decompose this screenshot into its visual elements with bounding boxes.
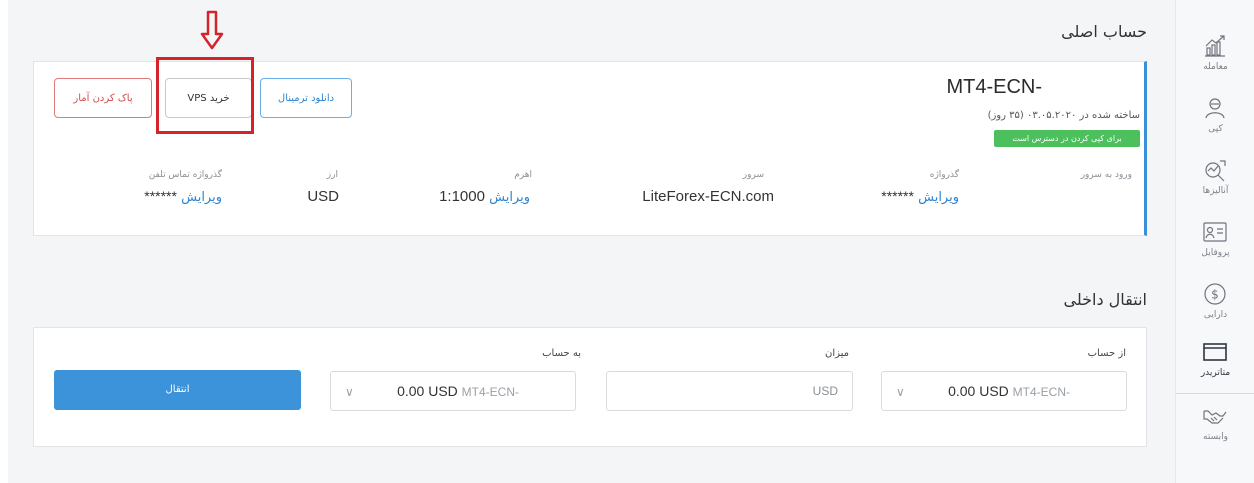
from-account-label: از حساب [1087,348,1126,359]
amount-label: میزان [824,348,849,359]
copy-available-badge: برای کپی کردن در دسترس است [994,130,1140,147]
to-account-id: MT4-ECN- [461,385,519,399]
down-arrow-annotation-icon [200,10,224,50]
to-account-select[interactable]: ∨ 0.00 USD MT4-ECN- [330,371,576,411]
svg-text:$: $ [1211,288,1219,302]
password-field: ویرایش ****** [881,188,959,205]
metatrader-window-icon [1203,343,1227,361]
sidebar-item-affiliate[interactable]: وابسته [1176,396,1254,458]
to-account-label: به حساب [542,348,581,359]
sidebar-item-label: پروفایل [1201,248,1230,258]
phone-password-label: گذرواژه تماس تلفن [148,170,222,180]
sidebar-item-label: متاتریدر [1200,368,1231,378]
phone-password-edit-link[interactable]: ویرایش [181,190,222,205]
transfer-button[interactable]: انتقال [54,370,301,410]
sidebar-item-analytics[interactable]: آنالیزها [1176,150,1254,212]
main-content: حساب اصلی MT4-ECN- ساخته شده در ۰۳.۰۵.۲۰… [0,0,1175,483]
dollar-coin-icon: $ [1204,283,1226,305]
password-value: ****** [881,188,914,204]
chevron-down-icon: ∨ [896,385,905,399]
sidebar-item-copy[interactable]: کپی [1176,88,1254,150]
sidebar-item-assets[interactable]: $ دارایی [1176,274,1254,336]
login-label: ورود به سرور [1080,170,1132,180]
clear-stats-button[interactable]: پاک کردن آمار [54,78,152,118]
account-name: MT4-ECN- [946,76,1042,98]
amount-input[interactable]: USD [606,371,853,411]
phone-password-value: ****** [144,188,177,204]
from-account-value: 0.00 USD MT4-ECN- [948,383,1070,399]
main-account-heading: حساب اصلی [1061,22,1147,41]
analytics-icon [1205,160,1226,182]
leverage-edit-link[interactable]: ویرایش [489,190,530,205]
sidebar-item-label: وابسته [1203,432,1228,442]
profile-card-icon [1203,222,1227,242]
sidebar-item-label: آنالیزها [1202,186,1229,196]
sidebar-nav: معامله کپی آنالیزها پروفایل $ دارایی متا… [1175,0,1254,483]
currency-label: ارز [326,170,338,180]
leverage-label: اهرم [514,170,532,180]
from-balance: 0.00 USD [948,383,1009,399]
from-account-select[interactable]: ∨ 0.00 USD MT4-ECN- [881,371,1127,411]
trading-chart-icon [1205,35,1225,57]
download-terminal-button[interactable]: دانلود ترمینال [260,78,352,118]
amount-unit: USD [812,384,838,398]
leverage-value: 1:1000 [439,188,485,205]
vps-highlight-annotation [156,57,254,134]
to-account-value: 0.00 USD MT4-ECN- [397,383,519,399]
currency-value: USD [307,188,339,205]
account-created-date: ساخته شده در ۰۳.۰۵.۲۰۲۰ (۳۵ روز) [987,110,1140,121]
sidebar-item-trading[interactable]: معامله [1176,26,1254,88]
sidebar-item-metatrader[interactable]: متاتریدر [1176,332,1254,394]
sidebar-item-profile[interactable]: پروفایل [1176,212,1254,274]
password-label: گذرواژه [929,170,959,180]
server-label: سرور [742,170,764,180]
server-value: LiteForex-ECN.com [642,188,774,205]
sidebar-item-label: کپی [1208,124,1223,134]
phone-password-field: ویرایش ****** [144,188,222,205]
leverage-field: ویرایش 1:1000 [439,188,530,205]
to-balance: 0.00 USD [397,383,458,399]
password-edit-link[interactable]: ویرایش [918,190,959,205]
internal-transfer-heading: انتقال داخلی [1063,290,1148,309]
sidebar-item-label: دارایی [1203,310,1228,320]
from-account-id: MT4-ECN- [1012,385,1070,399]
copy-trader-icon [1205,98,1225,119]
chevron-down-icon: ∨ [345,385,354,399]
internal-transfer-card: از حساب ∨ 0.00 USD MT4-ECN- میزان USD به… [33,327,1147,447]
handshake-icon [1203,410,1227,424]
sidebar-item-label: معامله [1203,62,1228,72]
